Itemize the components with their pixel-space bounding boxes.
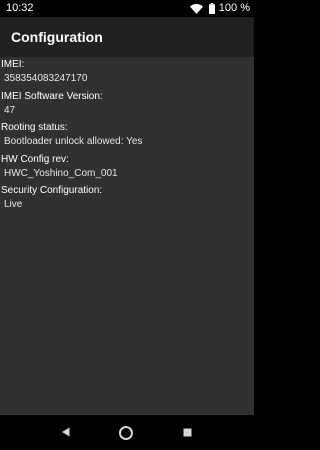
wifi-icon — [189, 3, 203, 14]
info-item-imei: IMEI: 358354083247170 — [1, 58, 251, 90]
info-value: 47 — [4, 104, 16, 116]
status-bar: 10:32 100 % — [0, 0, 254, 17]
info-item-hw-config-rev: HW Config rev: HWC_Yoshino_Com_001 — [1, 153, 251, 185]
page-title: Configuration — [11, 29, 103, 45]
info-item-rooting-status: Rooting status: Bootloader unlock allowe… — [1, 121, 251, 153]
configuration-content: IMEI: 358354083247170 IMEI Software Vers… — [0, 57, 254, 415]
recents-icon[interactable] — [182, 427, 193, 438]
info-list: IMEI: 358354083247170 IMEI Software Vers… — [1, 58, 251, 216]
info-item-security-configuration: Security Configuration: Live — [1, 184, 251, 216]
back-icon[interactable] — [60, 426, 72, 438]
info-label: IMEI: — [1, 59, 25, 70]
info-value: Live — [4, 199, 23, 210]
status-icons: 100 % — [189, 2, 250, 15]
info-item-imei-software-version: IMEI Software Version: 47 — [1, 90, 251, 122]
info-label: Security Configuration: — [1, 185, 103, 196]
info-value: Bootloader unlock allowed: Yes — [4, 136, 143, 147]
info-label: IMEI Software Version: — [1, 90, 103, 102]
home-icon[interactable] — [118, 425, 134, 441]
status-time: 10:32 — [6, 2, 34, 14]
battery-percent: 100 % — [218, 2, 250, 14]
info-label: HW Config rev: — [1, 153, 69, 165]
info-value: HWC_Yoshino_Com_001 — [4, 167, 118, 179]
navigation-bar — [0, 415, 254, 450]
app-bar: Configuration — [0, 17, 254, 57]
info-value: 358354083247170 — [4, 73, 88, 84]
battery-icon — [208, 3, 215, 14]
info-label: Rooting status: — [1, 122, 68, 133]
